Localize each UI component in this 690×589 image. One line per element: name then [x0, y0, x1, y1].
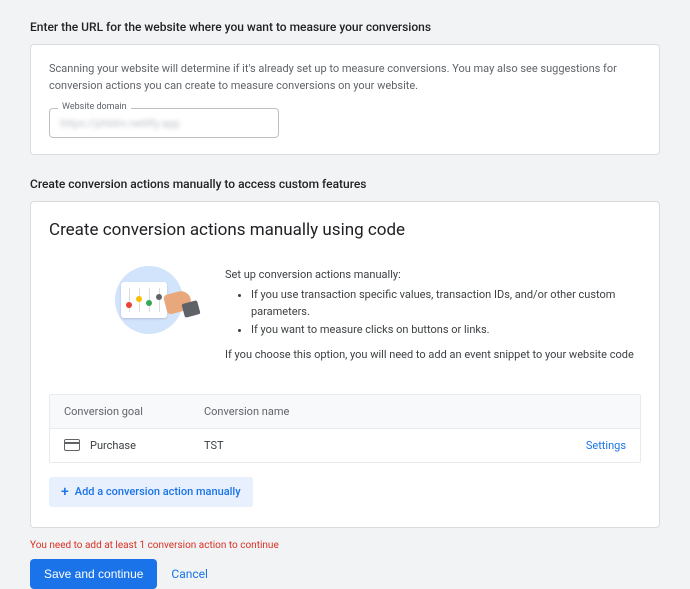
- card-heading: Create conversion actions manually using…: [49, 220, 641, 240]
- conversion-table: Conversion goal Conversion name Purchase…: [49, 394, 641, 463]
- outro-text: If you choose this option, you will need…: [225, 346, 641, 364]
- bullet-1: If you use transaction specific values, …: [251, 286, 641, 321]
- section2-title: Create conversion actions manually to ac…: [30, 177, 660, 191]
- section1-title: Enter the URL for the website where you …: [30, 20, 660, 34]
- intro-text: Set up conversion actions manually:: [225, 266, 641, 284]
- add-conversion-button[interactable]: + Add a conversion action manually: [49, 477, 253, 507]
- add-conversion-label: Add a conversion action manually: [75, 485, 241, 498]
- settings-link[interactable]: Settings: [586, 439, 626, 452]
- row-goal: Purchase: [90, 439, 136, 452]
- table-header: Conversion goal Conversion name: [50, 395, 640, 429]
- cancel-button[interactable]: Cancel: [171, 567, 208, 581]
- bullet-2: If you want to measure clicks on buttons…: [251, 321, 641, 339]
- header-goal: Conversion goal: [64, 405, 204, 418]
- hero-text: Set up conversion actions manually: If y…: [225, 266, 641, 364]
- website-scan-card: Scanning your website will determine if …: [30, 44, 660, 155]
- manual-actions-card: Create conversion actions manually using…: [30, 201, 660, 528]
- website-domain-value: https://phldm.netlify.app: [60, 117, 180, 130]
- error-message: You need to add at least 1 conversion ac…: [30, 540, 660, 551]
- row-name: TST: [204, 439, 566, 452]
- section1-desc: Scanning your website will determine if …: [49, 61, 641, 94]
- website-domain-label: Website domain: [58, 102, 131, 112]
- save-and-continue-button[interactable]: Save and continue: [30, 559, 157, 589]
- plus-icon: +: [61, 485, 69, 499]
- header-name: Conversion name: [204, 405, 566, 418]
- website-domain-field[interactable]: Website domain https://phldm.netlify.app: [49, 108, 279, 138]
- table-row: Purchase TST Settings: [50, 429, 640, 462]
- illustration: [109, 266, 189, 336]
- purchase-icon: [64, 439, 80, 451]
